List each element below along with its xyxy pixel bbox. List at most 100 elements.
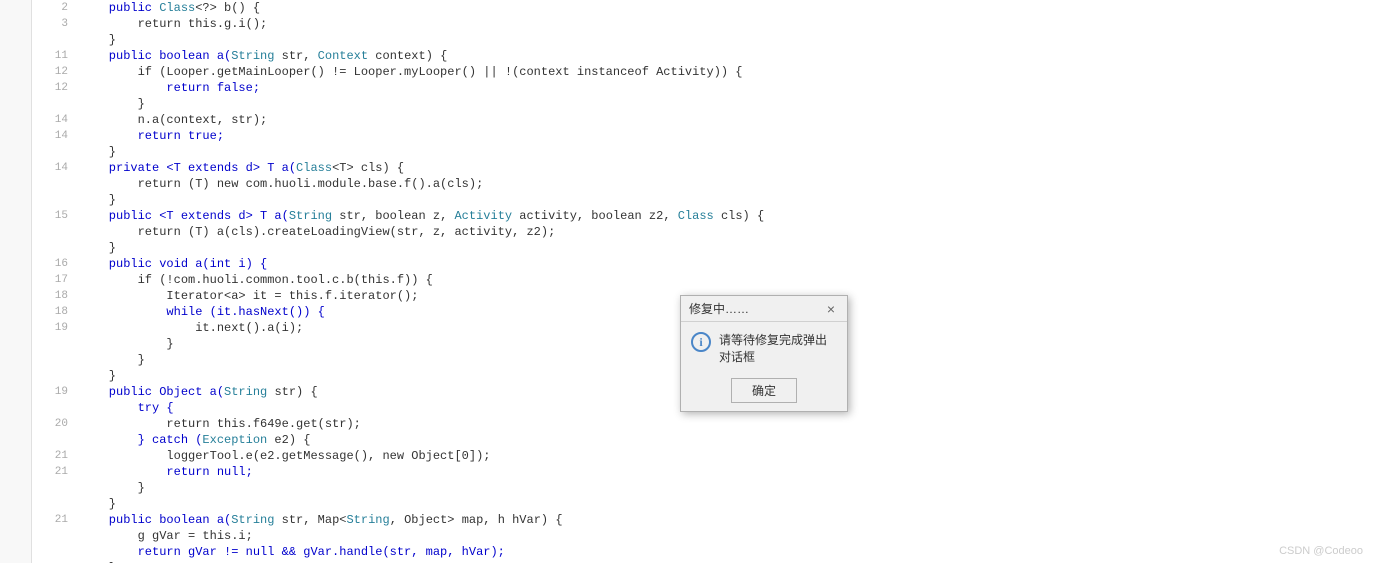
line-content: } — [76, 496, 1375, 512]
line-content: public Class<?> b() { — [76, 0, 1375, 16]
table-row: } — [36, 240, 1375, 256]
line-content: n.a(context, str); — [76, 112, 1375, 128]
line-content: public boolean a(String str, Map<String,… — [76, 512, 1375, 528]
line-number: 19 — [36, 384, 76, 400]
line-number — [36, 96, 76, 112]
dialog-title: 修复中…… — [689, 300, 749, 317]
line-number: 21 — [36, 512, 76, 528]
table-row: 3 return this.g.i(); — [36, 16, 1375, 32]
dialog-close-button[interactable]: × — [823, 301, 839, 317]
table-row: } — [36, 144, 1375, 160]
line-content: if (Looper.getMainLooper() != Looper.myL… — [76, 64, 1375, 80]
repair-dialog[interactable]: 修复中…… × i 请等待修复完成弹出对话框 确定 — [680, 295, 848, 412]
line-number: 17 — [36, 272, 76, 288]
dialog-footer: 确定 — [681, 374, 847, 411]
line-number — [36, 432, 76, 448]
line-number — [36, 144, 76, 160]
dialog-confirm-button[interactable]: 确定 — [731, 378, 797, 403]
table-row: } — [36, 480, 1375, 496]
dialog-body: i 请等待修复完成弹出对话框 — [681, 322, 847, 374]
line-number — [36, 528, 76, 544]
table-row: 14 private <T extends d> T a(Class<T> cl… — [36, 160, 1375, 176]
line-number — [36, 400, 76, 416]
line-number: 20 — [36, 416, 76, 432]
table-row: return (T) a(cls).createLoadingView(str,… — [36, 224, 1375, 240]
table-row: 14 return true; — [36, 128, 1375, 144]
line-number: 21 — [36, 448, 76, 464]
line-content: g gVar = this.i; — [76, 528, 1375, 544]
line-number — [36, 480, 76, 496]
line-content: private <T extends d> T a(Class<T> cls) … — [76, 160, 1375, 176]
line-content: public void a(int i) { — [76, 256, 1375, 272]
line-content: return true; — [76, 128, 1375, 144]
table-row: } — [36, 96, 1375, 112]
code-editor: 2 public Class<?> b() {3 return this.g.i… — [32, 0, 1375, 563]
line-number: 14 — [36, 128, 76, 144]
line-number: 21 — [36, 464, 76, 480]
dialog-titlebar: 修复中…… × — [681, 296, 847, 322]
line-number: 18 — [36, 288, 76, 304]
line-content: return this.f649e.get(str); — [76, 416, 1375, 432]
line-content: } — [76, 96, 1375, 112]
table-row: 15 public <T extends d> T a(String str, … — [36, 208, 1375, 224]
line-content: } catch (Exception e2) { — [76, 432, 1375, 448]
line-number — [36, 32, 76, 48]
line-number: 11 — [36, 48, 76, 64]
table-row: 17 if (!com.huoli.common.tool.c.b(this.f… — [36, 272, 1375, 288]
table-row: 21 public boolean a(String str, Map<Stri… — [36, 512, 1375, 528]
line-content: return this.g.i(); — [76, 16, 1375, 32]
line-number — [36, 352, 76, 368]
table-row: 21 return null; — [36, 464, 1375, 480]
line-number: 12 — [36, 64, 76, 80]
line-number: 18 — [36, 304, 76, 320]
table-row: } — [36, 192, 1375, 208]
table-row: } — [36, 32, 1375, 48]
line-number: 19 — [36, 320, 76, 336]
line-content: return false; — [76, 80, 1375, 96]
left-sidebar — [0, 0, 32, 563]
line-content: } — [76, 192, 1375, 208]
line-number — [36, 224, 76, 240]
line-content: } — [76, 480, 1375, 496]
table-row: return (T) new com.huoli.module.base.f()… — [36, 176, 1375, 192]
line-content: public boolean a(String str, Context con… — [76, 48, 1375, 64]
table-row: 16 public void a(int i) { — [36, 256, 1375, 272]
table-row: } catch (Exception e2) { — [36, 432, 1375, 448]
line-content: return gVar != null && gVar.handle(str, … — [76, 544, 1375, 560]
table-row: 20 return this.f649e.get(str); — [36, 416, 1375, 432]
line-number: 12 — [36, 80, 76, 96]
table-row: 12 return false; — [36, 80, 1375, 96]
line-content: return (T) a(cls).createLoadingView(str,… — [76, 224, 1375, 240]
line-content: } — [76, 240, 1375, 256]
line-number: 15 — [36, 208, 76, 224]
dialog-info-icon: i — [691, 332, 711, 352]
line-number — [36, 496, 76, 512]
line-content: } — [76, 32, 1375, 48]
line-content: if (!com.huoli.common.tool.c.b(this.f)) … — [76, 272, 1375, 288]
line-number: 3 — [36, 16, 76, 32]
line-number — [36, 240, 76, 256]
line-number — [36, 336, 76, 352]
table-row: 12 if (Looper.getMainLooper() != Looper.… — [36, 64, 1375, 80]
line-number: 14 — [36, 160, 76, 176]
line-content: loggerTool.e(e2.getMessage(), new Object… — [76, 448, 1375, 464]
line-content: return null; — [76, 464, 1375, 480]
watermark: CSDN @Codeoo — [1279, 545, 1363, 557]
dialog-message: 请等待修复完成弹出对话框 — [719, 332, 835, 366]
table-row: 11 public boolean a(String str, Context … — [36, 48, 1375, 64]
line-content: } — [76, 144, 1375, 160]
line-number — [36, 368, 76, 384]
table-row: 21 loggerTool.e(e2.getMessage(), new Obj… — [36, 448, 1375, 464]
line-number: 16 — [36, 256, 76, 272]
line-content: return (T) new com.huoli.module.base.f()… — [76, 176, 1375, 192]
line-number: 2 — [36, 0, 76, 16]
line-number: 14 — [36, 112, 76, 128]
code-content: 2 public Class<?> b() {3 return this.g.i… — [32, 0, 1375, 563]
line-content: public <T extends d> T a(String str, boo… — [76, 208, 1375, 224]
table-row: g gVar = this.i; — [36, 528, 1375, 544]
line-number — [36, 544, 76, 560]
line-number — [36, 176, 76, 192]
table-row: 2 public Class<?> b() { — [36, 0, 1375, 16]
table-row: return gVar != null && gVar.handle(str, … — [36, 544, 1375, 560]
table-row: 14 n.a(context, str); — [36, 112, 1375, 128]
